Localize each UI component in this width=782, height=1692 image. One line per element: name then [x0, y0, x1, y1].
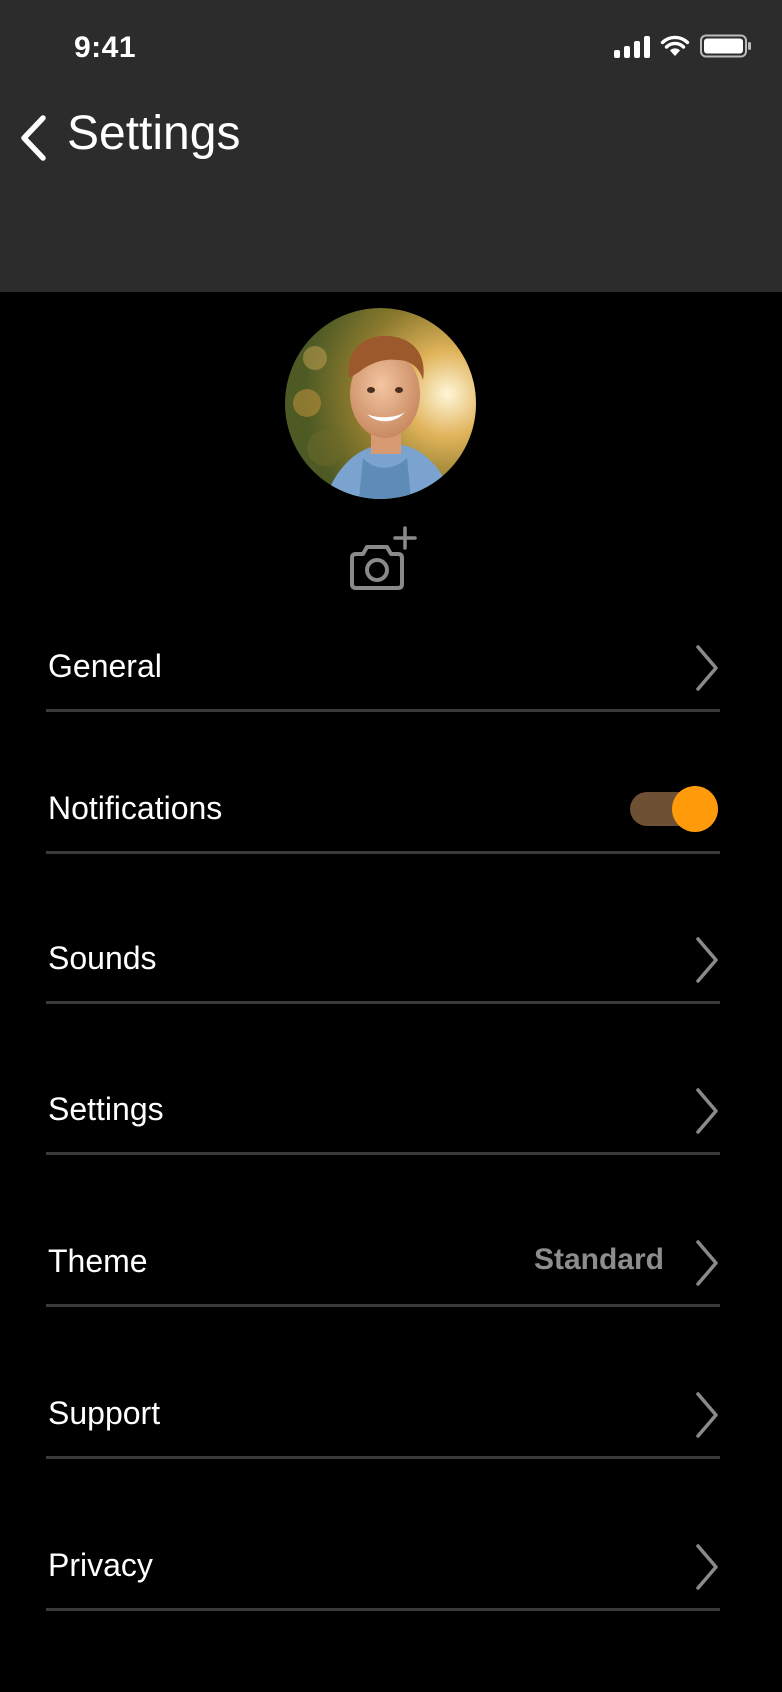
chevron-right-icon	[696, 1544, 718, 1590]
status-time: 9:41	[74, 31, 137, 64]
chevron-right-icon	[696, 937, 718, 983]
avatar[interactable]	[285, 308, 476, 499]
chevron-right-icon	[696, 645, 718, 691]
menu-item-label: Notifications	[48, 790, 223, 826]
menu-item-general[interactable]: General	[46, 630, 720, 712]
cellular-signal-icon	[614, 34, 650, 58]
chevron-right-icon	[696, 1392, 718, 1438]
settings-screen: 9:41 Settings General Notifications Soun…	[0, 0, 782, 1692]
battery-icon	[700, 34, 751, 58]
menu-item-theme[interactable]: Theme Standard	[46, 1225, 720, 1307]
chevron-left-icon	[21, 115, 46, 161]
menu-item-label: Theme	[48, 1243, 148, 1279]
chevron-right-icon	[696, 1088, 718, 1134]
menu-item-label: General	[48, 648, 162, 684]
menu-item-label: Privacy	[48, 1547, 153, 1583]
status-icons	[614, 34, 752, 58]
menu-item-label: Settings	[48, 1091, 164, 1127]
toggle-knob	[672, 786, 718, 832]
wifi-icon	[660, 35, 690, 56]
menu-item-label: Support	[48, 1395, 161, 1431]
notifications-toggle[interactable]	[630, 782, 718, 832]
menu-item-support[interactable]: Support	[46, 1377, 720, 1459]
menu-item-sounds[interactable]: Sounds	[46, 922, 720, 1004]
back-button[interactable]	[14, 110, 54, 166]
header: 9:41 Settings	[0, 0, 782, 292]
menu-item-privacy[interactable]: Privacy	[46, 1529, 720, 1611]
camera-add-icon	[350, 526, 417, 590]
menu-item-notifications: Notifications	[46, 772, 720, 854]
menu-item-settings[interactable]: Settings	[46, 1073, 720, 1155]
page-title: Settings	[67, 107, 241, 160]
theme-value: Standard	[533, 1243, 664, 1276]
menu-item-label: Sounds	[48, 940, 157, 976]
avatar-photo	[285, 308, 476, 499]
add-photo-button[interactable]	[348, 526, 420, 594]
chevron-right-icon	[696, 1240, 718, 1286]
